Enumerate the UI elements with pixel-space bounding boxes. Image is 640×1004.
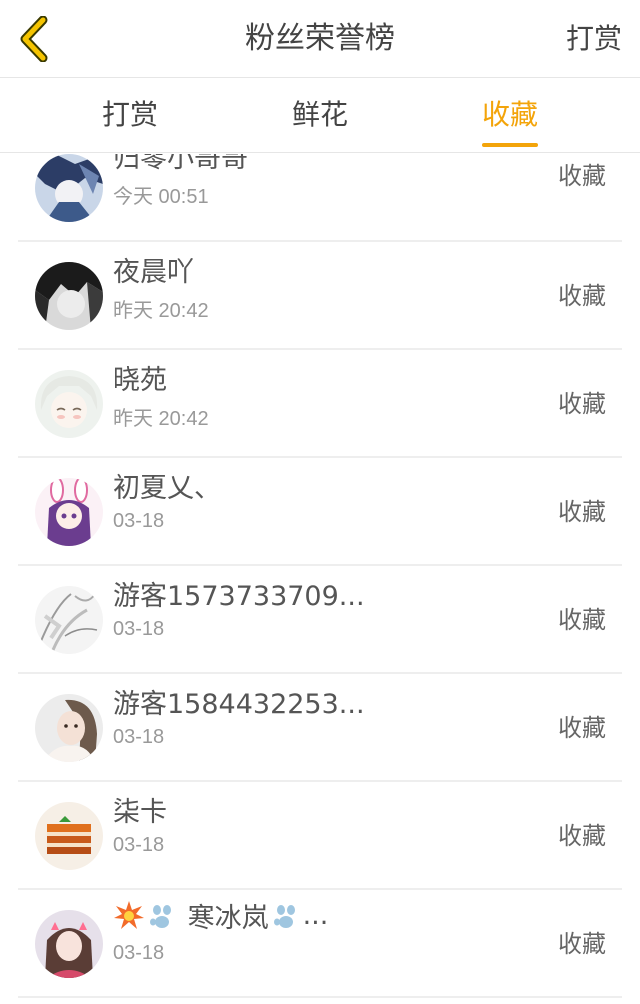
user-time: 03-18 [113,618,165,640]
sketch-avatar [35,586,103,654]
list-item[interactable]: 夜晨吖 昨天 20:42 收藏 [18,242,622,350]
anime-dark-hair-avatar [35,262,103,330]
paw-icon [273,904,295,928]
user-time: 03-18 [113,942,165,964]
list-item[interactable]: 柒卡 03-18 收藏 [18,782,622,890]
user-time: 03-18 [113,726,165,748]
back-button[interactable] [12,14,56,64]
anime-bunny-ears-avatar [35,478,103,546]
tab-label: 收藏 [481,98,538,131]
list-item[interactable]: 初夏乂、 03-18 收藏 [18,458,622,566]
page-title: 粉丝荣誉榜 [245,21,395,56]
user-name: 夜晨吖 [113,257,194,288]
anime-white-hair-avatar [35,370,103,438]
tab-label: 打赏 [101,98,158,131]
action-label: 收藏 [558,714,606,742]
boom-icon [114,900,144,929]
list-item[interactable]: 晓苑 昨天 20:42 收藏 [18,350,622,458]
user-time: 昨天 20:42 [113,408,209,430]
action-label: 收藏 [558,282,606,310]
list-item[interactable]: 游客1584432253... 03-18 收藏 [18,674,622,782]
tab-flowers[interactable]: 鲜花 [240,79,400,153]
action-label: 收藏 [558,390,606,418]
user-time: 03-18 [113,834,165,856]
cake-avatar [35,802,103,870]
user-name: 初夏乂、 [113,473,221,504]
user-name: 晓苑 [113,365,167,396]
tab-reward[interactable]: 打赏 [50,79,210,153]
fan-list: 归零小哥哥 今天 00:51 收藏 夜晨吖 昨天 20:42 收藏 晓苑 昨天 … [0,154,640,1004]
tab-bar: 打赏 鲜花 收藏 [0,79,640,153]
name-ellipsis: ... [302,900,329,931]
action-label: 收藏 [558,162,606,190]
action-label: 收藏 [558,822,606,850]
list-item[interactable]: 归零小哥哥 今天 00:51 收藏 [18,154,622,242]
app-screen: 粉丝荣誉榜 打赏 打赏 鲜花 收藏 归零小哥哥 今天 00:51 收藏 夜晨吖 … [0,0,640,1004]
action-label: 收藏 [558,606,606,634]
paw-icon [150,904,171,928]
anime-boy-blue-avatar [35,154,103,222]
top-bar: 粉丝荣誉榜 打赏 [0,0,640,78]
action-label: 收藏 [558,930,606,958]
user-time: 今天 00:51 [113,186,209,208]
tab-favorites[interactable]: 收藏 [430,79,590,153]
chevron-left-icon [20,16,48,62]
list-item[interactable]: 寒冰岚 ... 03-18 收藏 [18,890,622,998]
tab-label: 鲜花 [291,98,348,131]
user-name: 寒冰岚 ... [113,896,328,935]
active-tab-indicator [482,143,538,147]
girl-pink-photo-avatar [35,910,103,978]
user-time: 昨天 20:42 [113,300,209,322]
user-name: 柒卡 [113,797,167,828]
user-name: 游客1584432253... [113,689,363,720]
girl-photo-avatar [35,694,103,762]
user-name: 游客1573733709... [113,581,363,612]
user-name-text: 寒冰岚 [187,903,269,934]
reward-link[interactable]: 打赏 [566,0,622,78]
list-item[interactable]: 游客1573733709... 03-18 收藏 [18,566,622,674]
action-label: 收藏 [558,498,606,526]
user-time: 03-18 [113,510,165,532]
user-name: 归零小哥哥 [113,154,248,174]
